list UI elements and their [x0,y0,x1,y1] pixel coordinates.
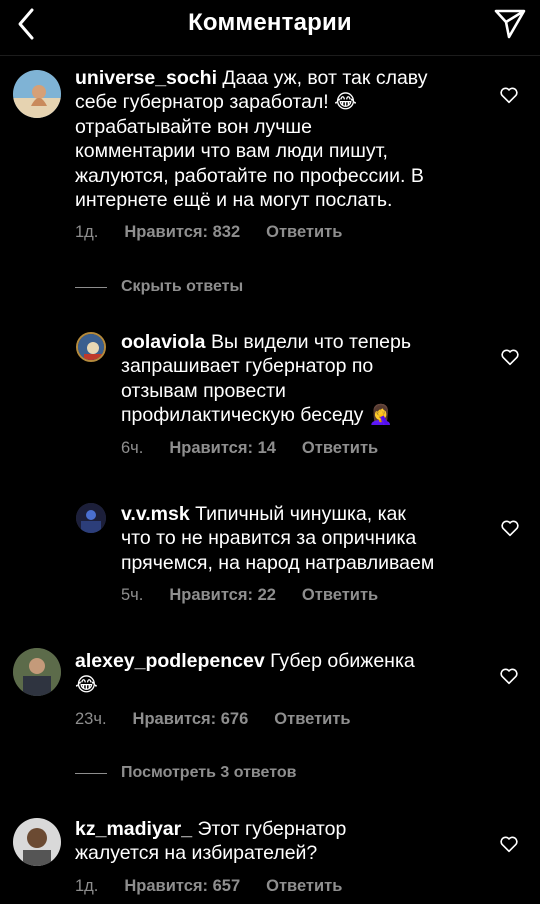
thread-line [75,286,107,288]
heart-icon[interactable] [499,346,521,368]
page-title: Комментарии [188,9,352,36]
comment-time: 23ч. [75,709,107,728]
comment-meta: 5ч. Нравится: 22 Ответить [121,584,404,606]
thread-line [75,772,107,774]
comment-likes[interactable]: Нравится: 832 [124,223,240,242]
comment-text: universe_sochi Дааа уж, вот так славу се… [75,66,495,212]
heart-icon[interactable] [498,833,520,855]
view-replies-label[interactable]: Посмотреть 3 ответов [121,764,296,782]
comment-time: 6ч. [121,438,144,457]
direct-message-button[interactable] [492,5,528,41]
hide-replies-label[interactable]: Скрыть ответы [121,278,243,296]
comment-likes[interactable]: Нравится: 676 [133,710,249,729]
comment-username[interactable]: v.v.msk [121,503,190,525]
heart-icon[interactable] [498,665,520,687]
comment-time: 5ч. [121,585,144,604]
comment-meta: 1д. Нравится: 657 Ответить [75,875,368,897]
reply-button[interactable]: Ответить [266,877,342,896]
reply-button[interactable]: Ответить [302,586,378,605]
comment-meta: 1д. Нравится: 832 Ответить [75,221,368,243]
avatar[interactable] [13,70,61,118]
comment-text: v.v.msk Типичный чинушка, как что то не … [121,502,501,575]
avatar[interactable] [13,818,61,866]
reply-button[interactable]: Ответить [302,439,378,458]
send-icon [494,9,526,39]
comment-text: kz_madiyar_ Этот губернатор жалуется на … [75,817,495,866]
comment-time: 1д. [75,876,99,895]
comment-meta: 23ч. Нравится: 676 Ответить [75,708,377,730]
avatar[interactable] [13,648,61,696]
hide-replies-toggle[interactable]: Скрыть ответы [75,276,243,298]
comment-text: oolaviola Вы видели что теперь запрашива… [121,330,501,428]
reply-button[interactable]: Ответить [274,710,350,729]
comment-username[interactable]: universe_sochi [75,67,217,89]
heart-icon[interactable] [498,84,520,106]
avatar[interactable] [76,332,106,362]
comment-username[interactable]: kz_madiyar_ [75,818,192,840]
comment-meta: 6ч. Нравится: 14 Ответить [121,437,404,459]
header-bar: Комментарии [0,0,540,56]
reply-button[interactable]: Ответить [266,223,342,242]
comment-time: 1д. [75,222,99,241]
comment-text: alexey_podlepencev Губер обиженка 😂 [75,649,495,698]
comment-username[interactable]: alexey_podlepencev [75,650,265,672]
comment-likes[interactable]: Нравится: 657 [124,877,240,896]
comment-likes[interactable]: Нравится: 22 [169,586,276,605]
heart-icon[interactable] [499,517,521,539]
comment-username[interactable]: oolaviola [121,331,206,353]
avatar[interactable] [76,503,106,533]
view-replies-toggle[interactable]: Посмотреть 3 ответов [75,762,296,784]
comment-likes[interactable]: Нравится: 14 [169,439,276,458]
